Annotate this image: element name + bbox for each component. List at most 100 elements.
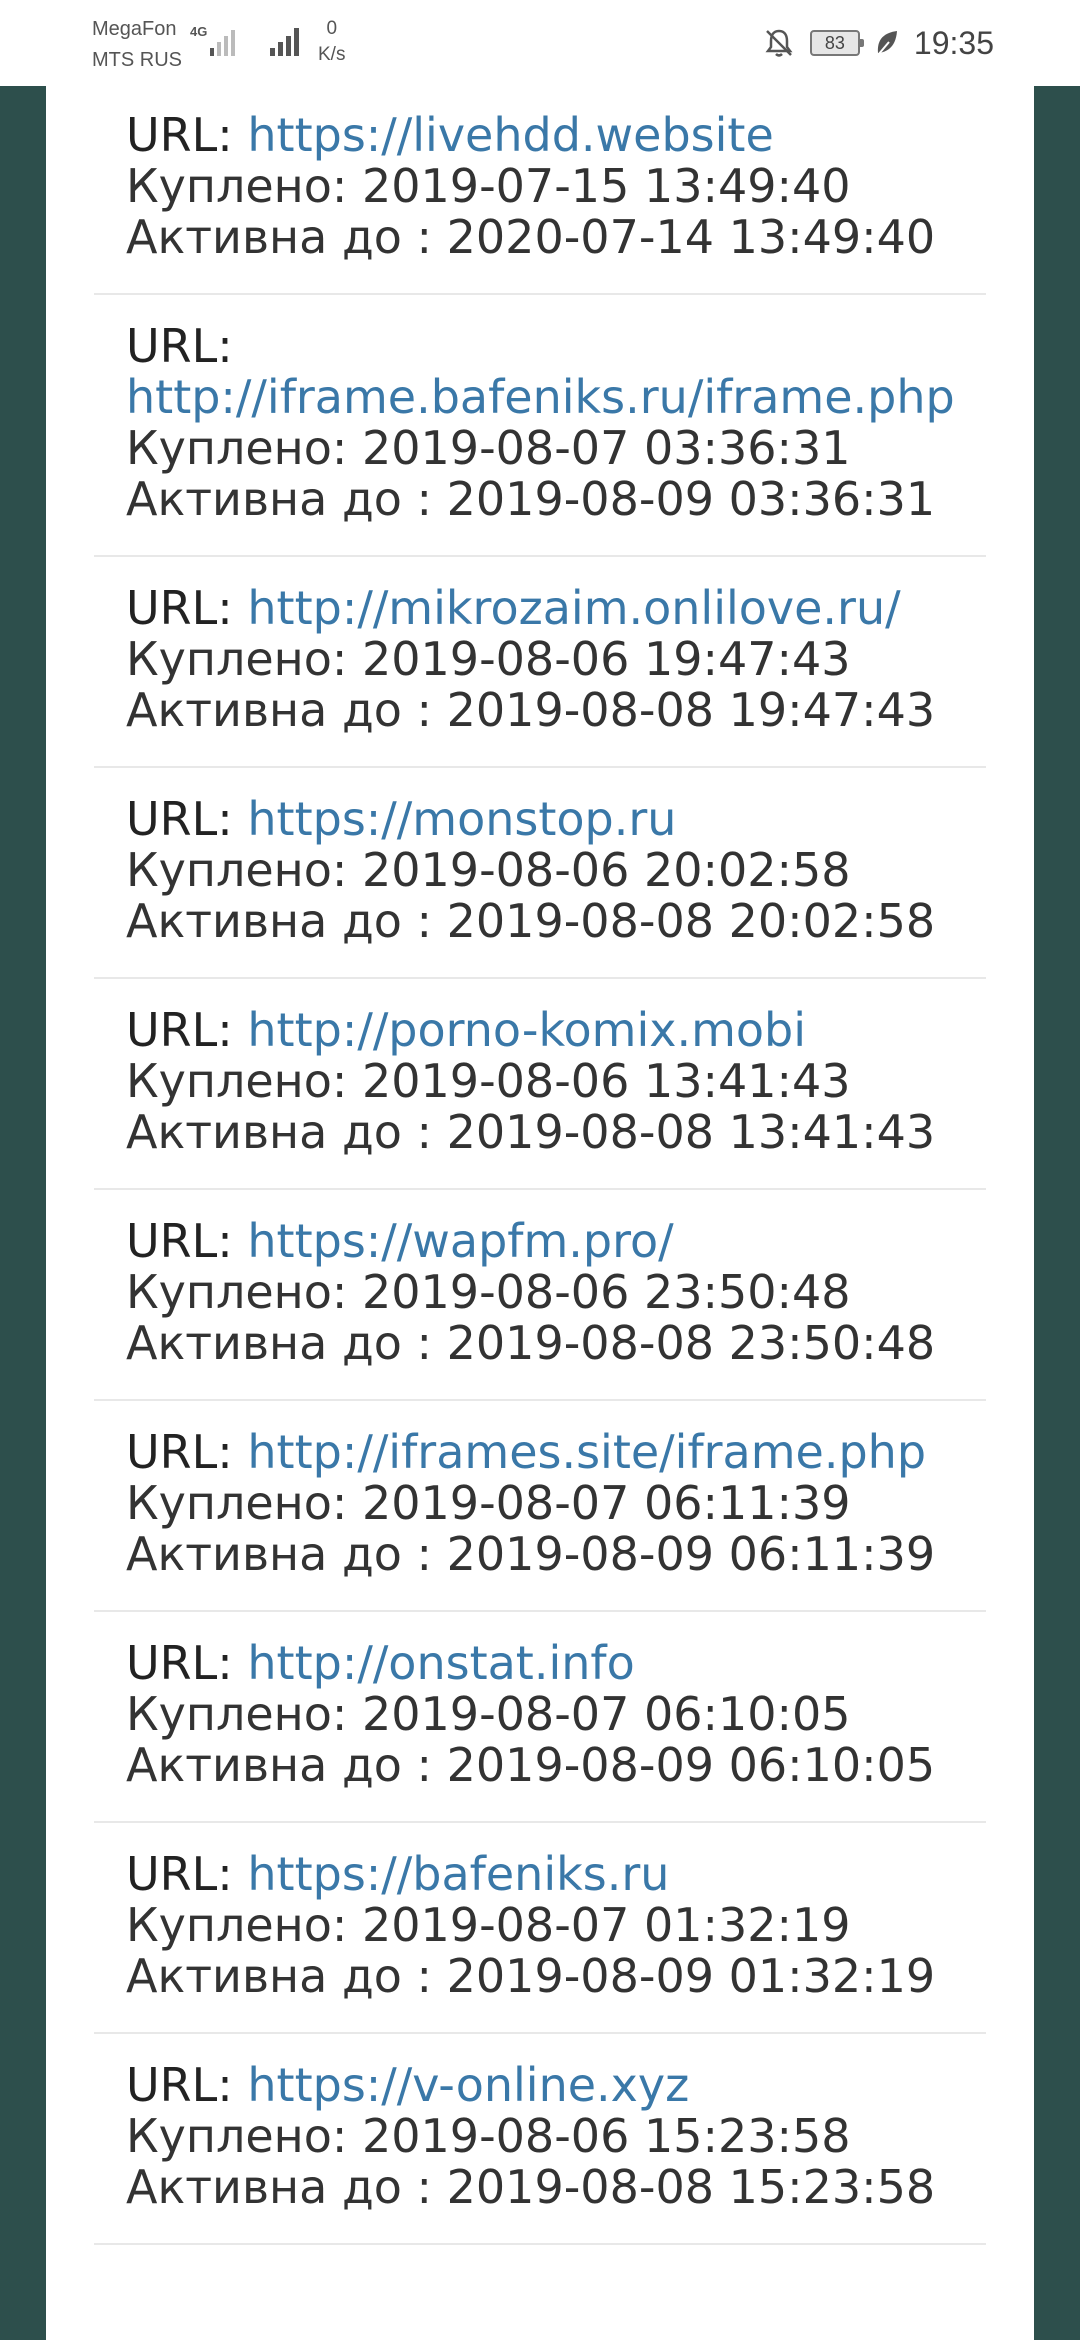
active-until-label: Активна до : bbox=[126, 472, 433, 526]
list-item: URL: https://v-online.xyz Куплено: 2019-0… bbox=[94, 2034, 986, 2245]
url-row: URL: http://onstat.info bbox=[126, 1638, 954, 1689]
url-link[interactable]: https://bafeniks.ru bbox=[247, 1847, 669, 1901]
network-speed-unit: K/s bbox=[318, 44, 346, 65]
bought-value: 2019-08-06 23:50:48 bbox=[362, 1265, 851, 1319]
active-until-row: Активна до : 2019-08-08 19:47:43 bbox=[126, 685, 954, 736]
bought-row: Куплено: 2019-08-06 23:50:48 bbox=[126, 1267, 954, 1318]
url-link[interactable]: http://mikrozaim.onlilove.ru/ bbox=[247, 581, 900, 635]
active-until-value: 2019-08-08 19:47:43 bbox=[446, 683, 936, 737]
active-until-label: Активна до : bbox=[126, 683, 433, 737]
url-row: URL: https://wapfm.pro/ bbox=[126, 1216, 954, 1267]
carrier-names: MegaFon MTS RUS bbox=[92, 14, 182, 76]
bought-row: Куплено: 2019-08-06 19:47:43 bbox=[126, 634, 954, 685]
url-row: URL: http://iframe.bafeniks.ru/iframe.ph… bbox=[126, 321, 955, 424]
active-until-label: Активна до : bbox=[126, 1527, 433, 1581]
url-link[interactable]: https://v-online.xyz bbox=[247, 2058, 689, 2112]
url-row: URL: http://porno-komix.mobi bbox=[126, 1005, 954, 1056]
active-until-row: Активна до : 2019-08-08 15:23:58 bbox=[126, 2162, 954, 2213]
battery-icon: 83 bbox=[809, 30, 864, 56]
active-until-value: 2019-08-09 01:32:19 bbox=[446, 1949, 936, 2003]
active-until-value: 2019-08-08 23:50:48 bbox=[446, 1316, 936, 1370]
bought-row: Куплено: 2019-07-15 13:49:40 bbox=[126, 161, 954, 212]
bought-value: 2019-07-15 13:49:40 bbox=[362, 159, 851, 213]
url-label: URL: bbox=[126, 108, 233, 162]
network-speed: 0 K/s bbox=[318, 16, 345, 68]
url-link[interactable]: http://onstat.info bbox=[247, 1636, 634, 1690]
active-until-row: Активна до : 2019-08-09 01:32:19 bbox=[126, 1951, 954, 2002]
bought-row: Куплено: 2019-08-07 01:32:19 bbox=[126, 1900, 954, 1951]
list-item: URL: http://iframes.site/iframe.php Купле… bbox=[94, 1401, 986, 1612]
url-row: URL: http://mikrozaim.onlilove.ru/ bbox=[126, 583, 954, 634]
url-link[interactable]: http://iframe.bafeniks.ru/iframe.php bbox=[126, 370, 955, 424]
url-label: URL: bbox=[126, 1425, 233, 1479]
carrier-2: MTS RUS bbox=[92, 49, 182, 71]
bought-label: Куплено: bbox=[126, 421, 348, 475]
active-until-value: 2019-08-09 03:36:31 bbox=[446, 472, 936, 526]
active-until-value: 2019-08-08 13:41:43 bbox=[446, 1105, 936, 1159]
bought-label: Куплено: bbox=[126, 632, 348, 686]
leaf-icon bbox=[877, 31, 897, 56]
list-item: URL: http://onstat.info Куплено: 2019-08-… bbox=[94, 1612, 986, 1823]
bought-label: Куплено: bbox=[126, 159, 348, 213]
bought-value: 2019-08-07 06:10:05 bbox=[362, 1687, 851, 1741]
active-until-row: Активна до : 2019-08-08 23:50:48 bbox=[126, 1318, 954, 1369]
bought-label: Куплено: bbox=[126, 1898, 348, 1952]
url-link[interactable]: https://livehdd.website bbox=[247, 108, 773, 162]
active-until-label: Активна до : bbox=[126, 1105, 433, 1159]
bought-row: Куплено: 2019-08-06 20:02:58 bbox=[126, 845, 954, 896]
bought-label: Куплено: bbox=[126, 1265, 348, 1319]
active-until-row: Активна до : 2019-08-08 13:41:43 bbox=[126, 1107, 954, 1158]
active-until-value: 2020-07-14 13:49:40 bbox=[446, 210, 936, 264]
status-right: 83 19:35 bbox=[762, 22, 994, 64]
active-until-row: Активна до : 2019-08-08 20:02:58 bbox=[126, 896, 954, 947]
bought-row: Куплено: 2019-08-07 03:36:31 bbox=[126, 423, 954, 474]
subscriptions-list: URL: https://livehdd.website Куплено: 201… bbox=[46, 86, 1034, 2340]
network-type-label: 4G bbox=[190, 24, 207, 39]
url-row: URL: https://v-online.xyz bbox=[126, 2060, 954, 2111]
url-label: URL: bbox=[126, 1214, 233, 1268]
bought-row: Куплено: 2019-08-07 06:10:05 bbox=[126, 1689, 954, 1740]
url-link[interactable]: http://porno-komix.mobi bbox=[247, 1003, 806, 1057]
active-until-row: Активна до : 2019-08-09 03:36:31 bbox=[126, 474, 954, 525]
list-item: URL: http://porno-komix.mobi Куплено: 201… bbox=[94, 979, 986, 1190]
url-label: URL: bbox=[126, 581, 233, 635]
url-row: URL: http://iframes.site/iframe.php bbox=[126, 1427, 954, 1478]
active-until-value: 2019-08-09 06:11:39 bbox=[446, 1527, 936, 1581]
url-label: URL: bbox=[126, 792, 233, 846]
signal-strength-icon: 4G bbox=[190, 24, 235, 56]
bought-label: Куплено: bbox=[126, 1476, 348, 1530]
active-until-label: Активна до : bbox=[126, 2160, 433, 2214]
url-row: URL: https://livehdd.website bbox=[126, 110, 954, 161]
active-until-label: Активна до : bbox=[126, 894, 433, 948]
url-row: URL: https://bafeniks.ru bbox=[126, 1849, 954, 1900]
url-link[interactable]: https://wapfm.pro/ bbox=[247, 1214, 673, 1268]
active-until-row: Активна до : 2020-07-14 13:49:40 bbox=[126, 212, 954, 263]
bought-label: Куплено: bbox=[126, 1054, 348, 1108]
url-link[interactable]: http://iframes.site/iframe.php bbox=[247, 1425, 926, 1479]
status-bar: MegaFon MTS RUS 4G 0 K/s 83 19:35 bbox=[0, 0, 1080, 86]
url-link[interactable]: https://monstop.ru bbox=[247, 792, 676, 846]
active-until-label: Активна до : bbox=[126, 1316, 433, 1370]
list-item: URL: https://wapfm.pro/Куплено: 2019-08-… bbox=[94, 1190, 986, 1401]
carrier-1: MegaFon bbox=[92, 18, 177, 40]
clock: 19:35 bbox=[913, 24, 994, 61]
list-item: URL: http://mikrozaim.onlilove.ru/Куплен… bbox=[94, 557, 986, 768]
url-label: URL: bbox=[126, 1003, 233, 1057]
active-until-value: 2019-08-08 15:23:58 bbox=[446, 2160, 936, 2214]
bought-label: Куплено: bbox=[126, 2109, 348, 2163]
bought-value: 2019-08-06 19:47:43 bbox=[362, 632, 851, 686]
signal-strength-2-icon bbox=[270, 28, 299, 56]
network-speed-value: 0 bbox=[326, 18, 338, 39]
bought-row: Куплено: 2019-08-06 13:41:43 bbox=[126, 1056, 954, 1107]
list-item: URL: https://livehdd.website Куплено: 201… bbox=[94, 86, 986, 295]
bought-value: 2019-08-07 01:32:19 bbox=[362, 1898, 851, 1952]
battery-level: 83 bbox=[824, 32, 845, 53]
active-until-value: 2019-08-09 06:10:05 bbox=[446, 1738, 936, 1792]
list-item: URL: http://iframe.bafeniks.ru/iframe.ph… bbox=[94, 295, 986, 557]
active-until-value: 2019-08-08 20:02:58 bbox=[446, 894, 936, 948]
bought-row: Куплено: 2019-08-06 15:23:58 bbox=[126, 2111, 954, 2162]
bought-label: Куплено: bbox=[126, 843, 348, 897]
active-until-label: Активна до : bbox=[126, 1738, 433, 1792]
url-label: URL: bbox=[126, 1847, 233, 1901]
active-until-row: Активна до : 2019-08-09 06:10:05 bbox=[126, 1740, 954, 1791]
